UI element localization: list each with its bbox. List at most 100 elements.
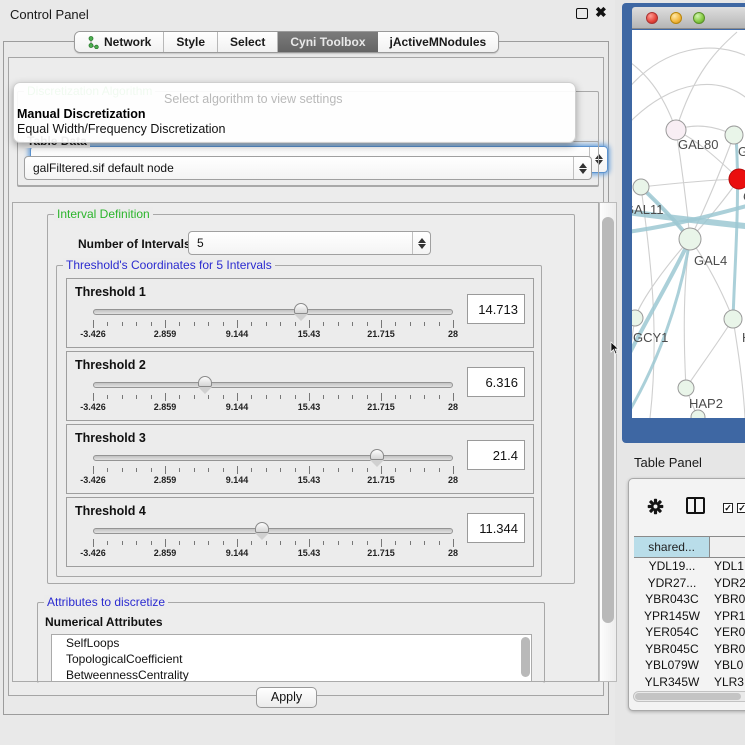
table-data-value: galFiltered.sif default node — [25, 161, 573, 175]
network-node[interactable] — [678, 380, 694, 396]
table-toolbar: ✓ ✓ — [629, 479, 745, 534]
list-scrollbar[interactable] — [521, 637, 530, 677]
network-view-window: GAL80GACGAL11GAL4GCY1HHAP2 — [622, 3, 745, 443]
network-node[interactable] — [679, 228, 701, 250]
number-of-intervals-label: Number of Intervals — [78, 237, 191, 251]
network-node-label: GAL80 — [678, 137, 718, 152]
table-row[interactable]: YBR043CYBR0 — [634, 591, 745, 608]
network-node[interactable] — [691, 410, 705, 418]
threshold-slider-thumb[interactable] — [370, 449, 384, 460]
threshold-label: Threshold 4 — [75, 504, 146, 518]
gear-icon[interactable] — [647, 498, 664, 515]
column-header-shared-name[interactable]: shared... — [634, 537, 710, 557]
threshold-slider-thumb[interactable] — [255, 522, 269, 533]
interval-definition-title: Interval Definition — [54, 207, 153, 221]
list-item[interactable]: SelfLoops — [52, 635, 531, 651]
control-panel-titlebar: Control Panel ✖ — [0, 0, 615, 26]
network-node[interactable] — [729, 169, 745, 189]
algorithm-dropdown-popup: Select algorithm to view settings Manual… — [13, 82, 576, 143]
table-row[interactable]: YDR27...YDR2 — [634, 575, 745, 592]
float-window-icon[interactable] — [576, 8, 588, 19]
mouse-cursor — [610, 341, 620, 355]
node-table: shared... na YDL19...YDL1YDR27...YDR2YBR… — [634, 536, 745, 671]
threshold-slider-track[interactable] — [93, 382, 453, 388]
zoom-traffic-light-icon[interactable] — [693, 12, 705, 24]
combo-arrows-icon — [573, 157, 591, 179]
network-node-label: GA — [738, 144, 745, 159]
network-canvas[interactable]: GAL80GACGAL11GAL4GCY1HHAP2 — [632, 30, 745, 418]
list-item[interactable]: TopologicalCoefficient — [52, 651, 531, 667]
minimize-traffic-light-icon[interactable] — [670, 12, 682, 24]
panel-title: Control Panel — [10, 7, 89, 22]
settings-viewport: Interval Definition Number of Intervals … — [12, 202, 599, 682]
panel-scrollbar[interactable] — [599, 202, 617, 682]
threshold-slider-thumb[interactable] — [198, 376, 212, 387]
number-of-intervals-value: 5 — [189, 236, 412, 250]
column-header-name[interactable]: na — [710, 537, 745, 557]
network-node[interactable] — [724, 310, 742, 328]
numerical-attributes-label: Numerical Attributes — [45, 615, 163, 629]
network-node[interactable] — [725, 126, 743, 144]
checkbox-icon[interactable]: ✓ — [723, 503, 733, 513]
table-data-combobox[interactable]: galFiltered.sif default node — [24, 156, 592, 180]
control-panel: Control Panel ✖ Discretization Algorithm… — [0, 0, 615, 745]
table-data-group: Table Data galFiltered.sif default node — [17, 141, 599, 187]
network-node[interactable] — [632, 310, 643, 326]
threshold-label: Threshold 3 — [75, 431, 146, 445]
threshold-slider-track[interactable] — [93, 455, 453, 461]
network-node-label: GAL11 — [632, 202, 664, 217]
table-row[interactable]: YDL19...YDL1 — [634, 558, 745, 575]
checkbox-icon[interactable]: ✓ — [737, 503, 745, 513]
dropdown-item-equal-width[interactable]: Equal Width/Frequency Discretization — [14, 122, 575, 137]
table-panel-window: ✓ ✓ shared... na YDL19...YDL1YDR27...YDR… — [628, 478, 745, 711]
table-row[interactable]: YPR145WYPR1 — [634, 608, 745, 625]
tab-network[interactable]: Network — [75, 32, 164, 52]
threshold-value-field[interactable]: 14.713 — [467, 294, 525, 324]
combo-arrows-icon — [412, 232, 430, 254]
dropdown-item-manual-discretization[interactable]: Manual Discretization — [14, 107, 575, 122]
network-node[interactable] — [633, 179, 649, 195]
dropdown-placeholder-item[interactable]: Select algorithm to view settings — [14, 92, 575, 107]
threshold-value-field[interactable]: 6.316 — [467, 367, 525, 397]
control-panel-tabs: Network Style Select Cyni Toolbox jActiv… — [74, 31, 499, 53]
network-node-label: HAP2 — [689, 396, 723, 411]
discretize-data-pane: Discretization Algorithm Table Data galF… — [8, 57, 604, 696]
attributes-group-title: Attributes to discretize — [44, 595, 168, 609]
list-item[interactable]: BetweennessCentrality — [52, 667, 531, 682]
close-traffic-light-icon[interactable] — [646, 12, 658, 24]
threshold-row: Threshold 1 -3.4262.8599.14415.4321.7152… — [66, 278, 534, 348]
threshold-slider-track[interactable] — [93, 528, 453, 534]
number-of-intervals-combobox[interactable]: 5 — [188, 231, 431, 255]
tab-jactivemnodules[interactable]: jActiveMNodules — [378, 32, 499, 52]
close-icon[interactable]: ✖ — [595, 4, 607, 21]
table-row[interactable]: YBL079WYBL0 — [634, 657, 745, 674]
tab-cyni-toolbox[interactable]: Cyni Toolbox — [278, 32, 377, 52]
network-window-titlebar[interactable] — [632, 7, 745, 29]
table-hscrollbar-thumb[interactable] — [635, 693, 741, 700]
table-row[interactable]: YER054CYER0 — [634, 624, 745, 641]
network-node-label: GCY1 — [633, 330, 668, 345]
thresholds-group-title: Threshold's Coordinates for 5 Intervals — [63, 258, 275, 272]
apply-button[interactable]: Apply — [256, 687, 317, 708]
threshold-slider-thumb[interactable] — [294, 303, 308, 314]
threshold-label: Threshold 1 — [75, 285, 146, 299]
threshold-slider-track[interactable] — [93, 309, 453, 315]
interval-definition-group: Interval Definition Number of Intervals … — [47, 214, 575, 584]
numerical-attributes-list[interactable]: SelfLoopsTopologicalCoefficientBetweenne… — [51, 634, 532, 682]
threshold-value-field[interactable]: 11.344 — [467, 513, 525, 543]
threshold-value-field[interactable]: 21.4 — [467, 440, 525, 470]
threshold-row: Threshold 3 -3.4262.8599.14415.4321.7152… — [66, 424, 534, 494]
threshold-row: Threshold 2 -3.4262.8599.14415.4321.7152… — [66, 351, 534, 421]
attributes-group: Attributes to discretize Numerical Attri… — [37, 602, 545, 683]
table-row[interactable]: YLR345WYLR3 — [634, 674, 745, 691]
table-header-row: shared... na — [634, 536, 745, 558]
table-row[interactable]: YBR045CYBR0 — [634, 641, 745, 658]
panel-scrollbar-thumb[interactable] — [602, 217, 614, 623]
network-icon — [87, 36, 99, 49]
column-layout-icon[interactable] — [686, 497, 705, 514]
tab-select[interactable]: Select — [218, 32, 278, 52]
thresholds-group: Threshold's Coordinates for 5 Intervals … — [56, 265, 542, 577]
table-hscrollbar[interactable] — [633, 691, 745, 702]
tab-style[interactable]: Style — [164, 32, 218, 52]
network-edges-highlighted — [632, 135, 745, 415]
